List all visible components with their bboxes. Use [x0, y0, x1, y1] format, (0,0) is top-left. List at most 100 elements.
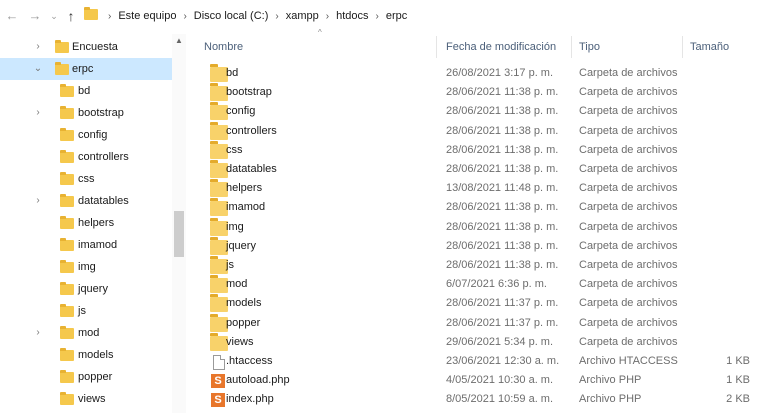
- chevron-right-icon[interactable]: ›: [32, 41, 44, 52]
- column-divider[interactable]: [682, 36, 683, 58]
- nav-item-config[interactable]: config: [0, 124, 172, 146]
- chevron-right-icon[interactable]: ›: [32, 195, 44, 206]
- file-type: Archivo PHP: [579, 374, 642, 387]
- folder-icon: [60, 348, 74, 361]
- breadcrumb-erpc[interactable]: erpc: [383, 10, 410, 22]
- file-row[interactable]: controllers 28/06/2021 11:38 p. m. Carpeta…: [186, 121, 758, 141]
- folder-icon: [60, 194, 74, 207]
- file-type: Archivo PHP: [579, 393, 642, 406]
- file-date: 28/06/2021 11:38 p. m.: [446, 124, 559, 137]
- file-row[interactable]: js 28/06/2021 11:38 p. m. Carpeta de archi…: [186, 256, 758, 275]
- nav-item-bd[interactable]: bd: [0, 80, 172, 102]
- breadcrumb-separator-icon[interactable]: ›: [179, 11, 190, 22]
- nav-item-css[interactable]: css: [0, 168, 172, 190]
- file-row[interactable]: models 28/06/2021 11:37 p. m. Carpeta de a…: [186, 294, 758, 313]
- file-row[interactable]: helpers 13/08/2021 11:48 p. m. Carpeta de …: [186, 179, 758, 198]
- file-date: 28/06/2021 11:38 p. m.: [446, 220, 559, 233]
- file-row[interactable]: jquery 28/06/2021 11:38 p. m. Carpeta de a…: [186, 236, 758, 256]
- nav-item-Encuesta[interactable]: › Encuesta: [0, 36, 172, 58]
- file-date: 28/06/2021 11:38 p. m.: [446, 105, 559, 118]
- navigation-scrollbar[interactable]: ▲: [172, 34, 186, 413]
- column-header-date[interactable]: Fecha de modificación: [446, 41, 556, 53]
- nav-item-jquery[interactable]: jquery: [0, 278, 172, 300]
- breadcrumb-disco-local[interactable]: Disco local (C:): [191, 10, 272, 22]
- forward-arrow-icon[interactable]: →: [26, 7, 44, 25]
- nav-item-imamod[interactable]: imamod: [0, 234, 172, 256]
- folder-icon: [60, 370, 74, 383]
- column-divider[interactable]: [436, 36, 437, 58]
- nav-item-js[interactable]: js: [0, 300, 172, 322]
- file-row[interactable]: mod 6/07/2021 6:36 p. m. Carpeta de archiv…: [186, 275, 758, 294]
- file-type: Carpeta de archivos: [579, 124, 678, 137]
- breadcrumb-separator-icon[interactable]: ›: [372, 11, 383, 22]
- column-header-type[interactable]: Tipo: [579, 41, 600, 53]
- chevron-right-icon[interactable]: ›: [32, 107, 44, 118]
- breadcrumb-separator-icon[interactable]: ›: [271, 11, 282, 22]
- file-row[interactable]: bd 26/08/2021 3:17 p. m. Carpeta de archiv…: [186, 64, 758, 83]
- file-row[interactable]: views 29/06/2021 5:34 p. m. Carpeta de arc…: [186, 332, 758, 352]
- nav-item-helpers[interactable]: helpers: [0, 212, 172, 234]
- file-name: models: [226, 297, 262, 310]
- file-row[interactable]: .htaccess 23/06/2021 12:30 a. m. Archivo H…: [186, 352, 758, 371]
- file-row[interactable]: bootstrap 28/06/2021 11:38 p. m. Carpeta d…: [186, 83, 758, 102]
- nav-item-erpc[interactable]: ⌄ erpc: [0, 58, 172, 80]
- navigation-pane: › Encuesta ⌄ erpc bd › bootstrap config controll…: [0, 34, 186, 413]
- nav-item-label: css: [78, 173, 95, 185]
- nav-item-mod[interactable]: › mod: [0, 322, 172, 344]
- file-type: Carpeta de archivos: [579, 297, 678, 310]
- file-type: Carpeta de archivos: [579, 278, 678, 291]
- chevron-down-icon[interactable]: ⌄: [32, 63, 44, 74]
- folder-icon: [60, 304, 74, 317]
- nav-item-views[interactable]: views: [0, 388, 172, 410]
- file-date: 28/06/2021 11:38 p. m.: [446, 239, 559, 252]
- breadcrumb-separator-icon[interactable]: ›: [322, 11, 333, 22]
- nav-item-label: mod: [78, 327, 100, 339]
- nav-item-label: jquery: [78, 283, 108, 295]
- folder-icon: [60, 392, 74, 405]
- sort-ascending-icon: ^: [318, 28, 322, 37]
- file-name: img: [226, 220, 244, 233]
- column-header-size[interactable]: Tamaño: [690, 41, 729, 53]
- file-date: 28/06/2021 11:38 p. m.: [446, 201, 559, 214]
- file-type: Carpeta de archivos: [579, 259, 678, 271]
- file-row[interactable]: img 28/06/2021 11:38 p. m. Carpeta de arch…: [186, 217, 758, 237]
- file-date: 28/06/2021 11:38 p. m.: [446, 259, 559, 271]
- file-row[interactable]: css 28/06/2021 11:38 p. m. Carpeta de arch…: [186, 140, 758, 160]
- file-row[interactable]: popper 28/06/2021 11:37 p. m. Carpeta de a…: [186, 313, 758, 333]
- nav-item-models[interactable]: models: [0, 344, 172, 366]
- nav-item-controllers[interactable]: controllers: [0, 146, 172, 168]
- back-arrow-icon[interactable]: ←: [3, 7, 21, 25]
- file-row[interactable]: datatables 28/06/2021 11:38 p. m. Carpeta …: [186, 160, 758, 179]
- file-row[interactable]: Sautoload.php 4/05/2021 10:30 a. m. Archiv…: [186, 371, 758, 390]
- file-type: Carpeta de archivos: [579, 163, 678, 175]
- file-row[interactable]: config 28/06/2021 11:38 p. m. Carpeta de a…: [186, 102, 758, 121]
- breadcrumb-xampp[interactable]: xampp: [283, 10, 322, 22]
- nav-item-label: bootstrap: [78, 107, 124, 119]
- breadcrumb-separator-icon[interactable]: ›: [104, 11, 115, 22]
- file-row[interactable]: imamod 28/06/2021 11:38 p. m. Carpeta de a…: [186, 198, 758, 217]
- scroll-up-arrow-icon[interactable]: ▲: [175, 36, 183, 45]
- column-header-name[interactable]: Nombre: [204, 41, 243, 53]
- nav-item-label: helpers: [78, 217, 115, 229]
- breadcrumb: › Este equipo › Disco local (C:) › xampp…: [104, 7, 410, 25]
- breadcrumb-este-equipo[interactable]: Este equipo: [115, 10, 179, 22]
- up-arrow-icon[interactable]: ↑: [62, 7, 80, 25]
- file-row[interactable]: Sindex.php 8/05/2021 10:59 a. m. Archivo P…: [186, 390, 758, 409]
- nav-item-label: bd: [78, 85, 91, 97]
- file-name: bootstrap: [226, 86, 272, 99]
- nav-item-img[interactable]: img: [0, 256, 172, 278]
- recent-locations-chevron-icon[interactable]: ⌄: [45, 7, 63, 25]
- folder-icon: [60, 150, 74, 163]
- nav-item-popper[interactable]: popper: [0, 366, 172, 388]
- nav-item-label: controllers: [78, 151, 129, 163]
- nav-item-bootstrap[interactable]: › bootstrap: [0, 102, 172, 124]
- folder-icon: [55, 62, 69, 75]
- file-name: views: [226, 335, 254, 348]
- breadcrumb-htdocs[interactable]: htdocs: [333, 10, 371, 22]
- file-name: controllers: [226, 124, 277, 137]
- scrollbar-thumb[interactable]: [174, 211, 184, 257]
- chevron-right-icon[interactable]: ›: [32, 327, 44, 338]
- file-type: Carpeta de archivos: [579, 67, 678, 79]
- nav-item-datatables[interactable]: › datatables: [0, 190, 172, 212]
- column-divider[interactable]: [571, 36, 572, 58]
